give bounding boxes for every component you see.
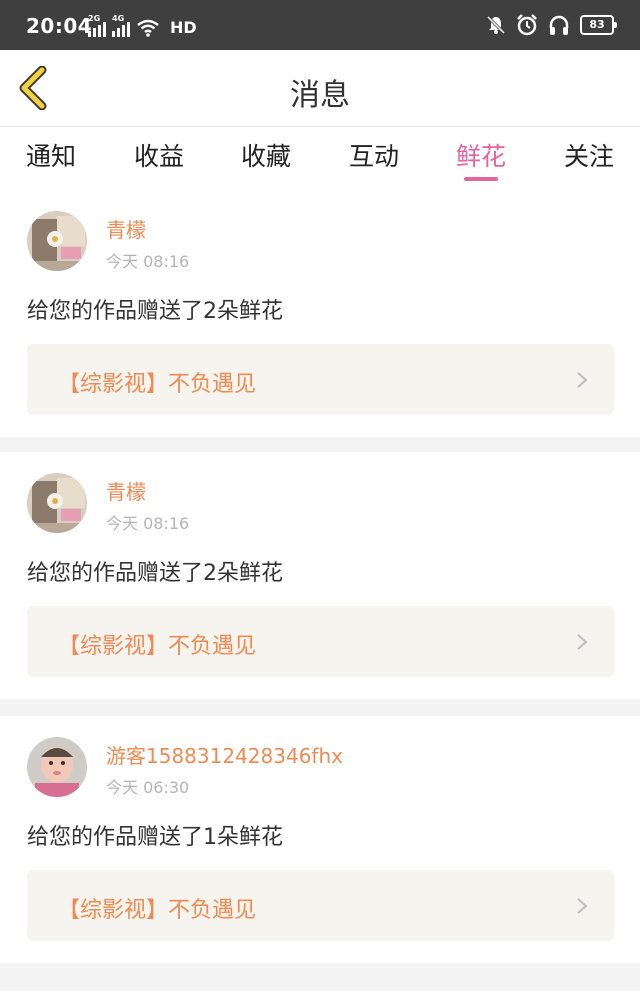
signal-2g-icon: 2G <box>88 14 106 37</box>
network-2g-label: 2G <box>88 14 101 23</box>
work-title: 【综影视】不负遇见 <box>58 634 257 659</box>
signal-4g-icon: 4G <box>112 14 130 37</box>
user-avatar-icon <box>27 211 87 271</box>
username[interactable]: 青檬 <box>106 476 146 505</box>
chevron-right-icon <box>577 634 588 650</box>
message-time: 今天 08:16 <box>106 252 190 271</box>
status-time: 20:04 <box>26 14 93 38</box>
tab-follows[interactable]: 关注 <box>564 137 614 173</box>
avatar[interactable] <box>27 473 87 533</box>
tab-flowers[interactable]: 鲜花 <box>456 137 506 181</box>
status-right-icons: 83 <box>486 14 617 36</box>
message-text: 给您的作品赠送了2朵鲜花 <box>27 561 283 586</box>
username[interactable]: 游客1588312428346fhx <box>106 740 343 769</box>
headphones-icon <box>549 15 569 35</box>
tab-interactions[interactable]: 互动 <box>349 137 399 173</box>
message-card: 青檬 今天 08:16 给您的作品赠送了2朵鲜花 【综影视】不负遇见 <box>0 452 640 699</box>
user-avatar-icon <box>27 473 87 533</box>
mute-bell-icon <box>486 15 506 35</box>
status-bar: 20:04 2G 4G HD 83 <box>0 0 640 50</box>
work-link[interactable]: 【综影视】不负遇见 <box>27 870 614 941</box>
work-link[interactable]: 【综影视】不负遇见 <box>27 344 614 415</box>
message-text: 给您的作品赠送了2朵鲜花 <box>27 299 283 324</box>
tab-favorites[interactable]: 收藏 <box>241 137 291 173</box>
baby-avatar-icon <box>27 737 87 797</box>
network-indicators: 2G 4G HD <box>88 14 197 37</box>
message-time: 今天 08:16 <box>106 514 190 533</box>
message-card: 游客1588312428346fhx 今天 06:30 给您的作品赠送了1朵鲜花… <box>0 716 640 963</box>
message-text: 给您的作品赠送了1朵鲜花 <box>27 825 283 850</box>
username[interactable]: 青檬 <box>106 214 146 243</box>
work-title: 【综影视】不负遇见 <box>58 372 257 397</box>
work-title: 【综影视】不负遇见 <box>58 898 257 923</box>
tab-bar: 通知 收益 收藏 互动 鲜花 关注 <box>0 127 640 190</box>
page-title: 消息 <box>290 78 350 113</box>
message-time: 今天 06:30 <box>106 778 190 797</box>
app-header: 消息 <box>0 50 640 127</box>
avatar[interactable] <box>27 211 87 271</box>
network-4g-label: 4G <box>112 14 125 23</box>
alarm-clock-icon <box>517 14 537 36</box>
tab-earnings[interactable]: 收益 <box>134 137 184 173</box>
work-link[interactable]: 【综影视】不负遇见 <box>27 606 614 677</box>
chevron-right-icon <box>577 898 588 914</box>
wifi-icon <box>137 19 159 37</box>
battery-icon: 83 <box>580 15 617 35</box>
avatar[interactable] <box>27 737 87 797</box>
message-card: 青檬 今天 08:16 给您的作品赠送了2朵鲜花 【综影视】不负遇见 <box>0 190 640 437</box>
tab-notifications[interactable]: 通知 <box>26 137 76 173</box>
hd-label: HD <box>170 18 197 37</box>
chevron-right-icon <box>577 372 588 388</box>
